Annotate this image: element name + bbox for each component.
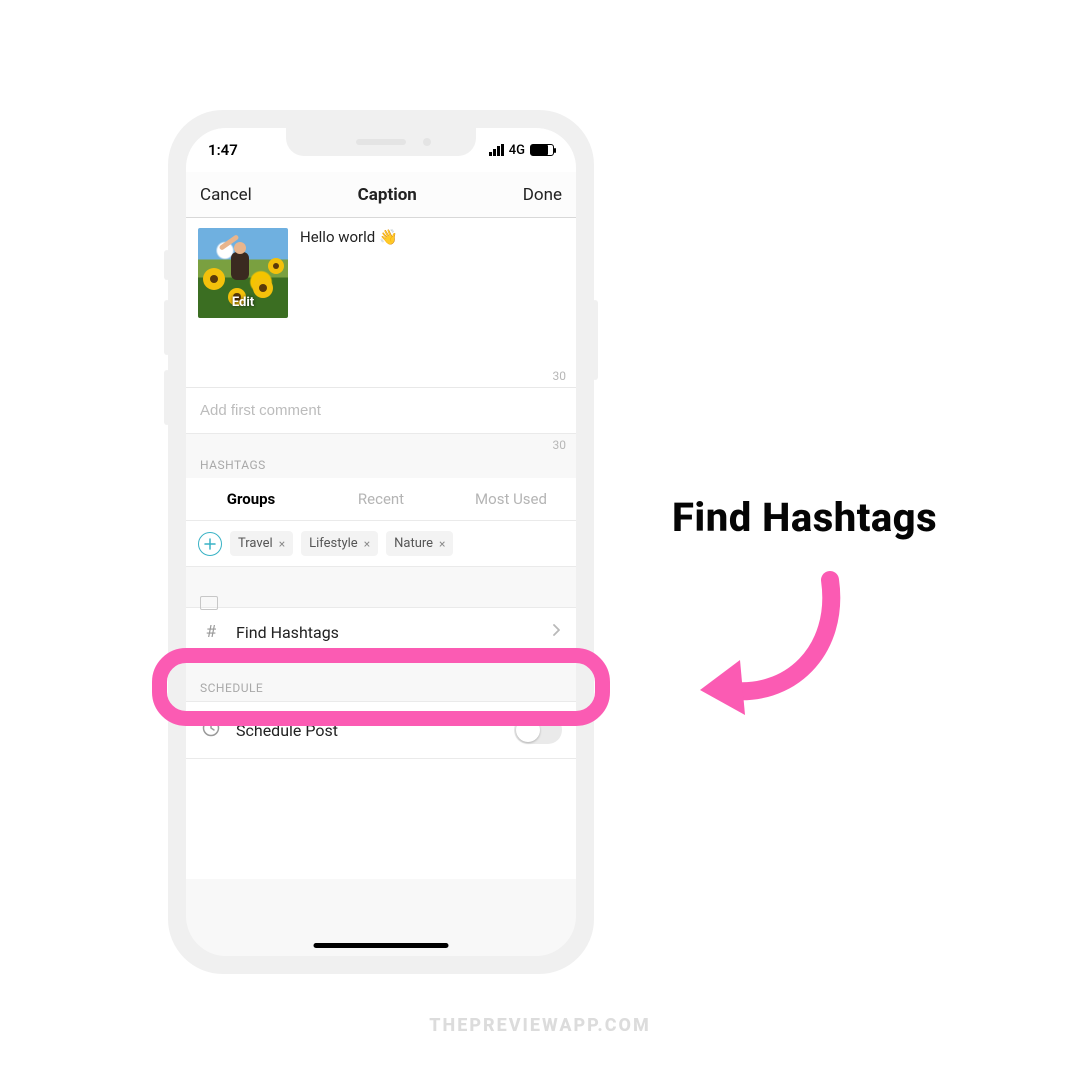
toggle-knob <box>516 718 540 742</box>
first-comment-input[interactable] <box>200 402 562 419</box>
hashtags-section-header: HASHTAGS <box>186 434 576 478</box>
status-right: 4G <box>489 143 554 158</box>
notch <box>286 128 476 156</box>
caption-area: Edit Hello world 👋 30 <box>186 218 576 388</box>
side-button <box>164 300 170 355</box>
done-button[interactable]: Done <box>523 185 562 205</box>
speaker <box>356 139 406 145</box>
hash-icon: # <box>200 622 222 642</box>
tab-most-used[interactable]: Most Used <box>446 478 576 520</box>
side-button <box>164 370 170 425</box>
edit-label[interactable]: Edit <box>198 295 288 310</box>
watermark: THEPREVIEWAPP.COM <box>429 1015 650 1036</box>
chevron-right-icon <box>552 622 562 642</box>
partial-element <box>200 596 218 610</box>
page-title: Caption <box>358 185 417 205</box>
chip-remove-icon[interactable]: × <box>364 537 370 551</box>
chip-remove-icon[interactable]: × <box>279 537 285 551</box>
hashtag-chip[interactable]: Travel × <box>230 531 293 556</box>
add-hashtag-button[interactable] <box>198 532 222 556</box>
hashtag-tabs: Groups Recent Most Used <box>186 478 576 521</box>
caption-input[interactable]: Hello world 👋 <box>288 228 564 377</box>
nav-bar: Cancel Caption Done <box>186 172 576 218</box>
schedule-section-header: SCHEDULE <box>186 657 576 701</box>
tab-groups[interactable]: Groups <box>186 478 316 520</box>
chip-remove-icon[interactable]: × <box>439 537 445 551</box>
chip-label: Lifestyle <box>309 536 358 551</box>
side-button <box>164 250 170 280</box>
caption-counter: 30 <box>553 369 567 383</box>
tab-recent[interactable]: Recent <box>316 478 446 520</box>
schedule-post-row[interactable]: Schedule Post <box>186 701 576 759</box>
spacer <box>186 567 576 607</box>
annotation-label: Find Hashtags <box>672 494 937 541</box>
phone-frame: 1:47 4G Cancel Caption Done <box>168 110 594 974</box>
camera <box>423 138 431 146</box>
find-hashtags-row[interactable]: # Find Hashtags <box>186 607 576 657</box>
chip-label: Nature <box>394 536 433 551</box>
hashtag-chips-row: Travel × Lifestyle × Nature × <box>186 521 576 567</box>
side-button <box>592 300 598 380</box>
screen: 1:47 4G Cancel Caption Done <box>186 128 576 956</box>
first-comment-row[interactable] <box>186 388 576 434</box>
hashtag-chip[interactable]: Lifestyle × <box>301 531 378 556</box>
chip-label: Travel <box>238 536 273 551</box>
post-thumbnail[interactable]: Edit <box>198 228 288 318</box>
battery-icon <box>530 144 554 156</box>
cancel-button[interactable]: Cancel <box>200 185 252 205</box>
network-label: 4G <box>509 143 525 158</box>
schedule-body <box>186 759 576 879</box>
find-hashtags-label: Find Hashtags <box>236 623 339 642</box>
annotation-arrow-icon <box>680 560 860 740</box>
signal-icon <box>489 144 504 156</box>
schedule-post-label: Schedule Post <box>236 721 338 740</box>
home-indicator <box>314 943 449 948</box>
schedule-toggle[interactable] <box>514 716 562 744</box>
first-comment-counter: 30 <box>553 438 567 452</box>
status-time: 1:47 <box>208 141 238 159</box>
hashtag-chip[interactable]: Nature × <box>386 531 453 556</box>
clock-icon <box>200 719 222 742</box>
